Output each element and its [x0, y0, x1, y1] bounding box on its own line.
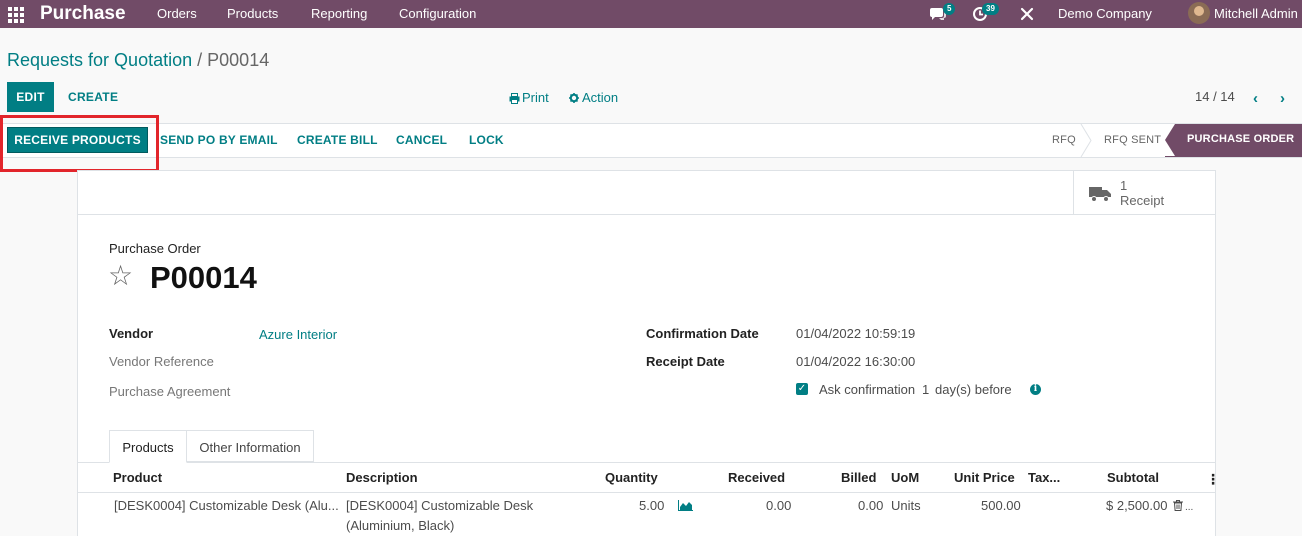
- breadcrumb-separator: /: [197, 50, 203, 70]
- column-header-uom[interactable]: UoM: [891, 470, 919, 485]
- action-dropdown[interactable]: Action: [582, 90, 618, 105]
- menu-configuration[interactable]: Configuration: [399, 6, 476, 21]
- tab-other-information[interactable]: Other Information: [187, 430, 314, 462]
- stage-purchase-order: PURCHASE ORDER: [1165, 124, 1302, 157]
- row-quantity[interactable]: 5.00: [639, 498, 664, 513]
- send-po-by-email-button[interactable]: SEND PO BY EMAIL: [160, 133, 278, 147]
- receipt-date-label: Receipt Date: [646, 354, 725, 369]
- tab-products[interactable]: Products: [109, 430, 187, 463]
- stage-rfq[interactable]: RFQ: [1052, 134, 1076, 146]
- breadcrumb-parent[interactable]: Requests for Quotation: [7, 50, 192, 70]
- activities-badge: 39: [982, 3, 999, 15]
- table-header-divider: [77, 492, 1216, 493]
- record-title: P00014: [150, 260, 257, 295]
- vendor-label: Vendor: [109, 326, 154, 341]
- messages-badge: 5: [943, 3, 956, 15]
- forecast-chart-icon[interactable]: [678, 500, 693, 511]
- pager-previous-icon[interactable]: ‹: [1253, 90, 1258, 107]
- column-header-description[interactable]: Description: [346, 470, 418, 485]
- ask-confirmation-checkbox[interactable]: ✓: [796, 383, 808, 395]
- cancel-button[interactable]: CANCEL: [396, 133, 447, 147]
- pager-value[interactable]: 14 / 14: [1195, 89, 1235, 104]
- create-bill-button[interactable]: CREATE BILL: [297, 133, 378, 147]
- optional-columns-icon[interactable]: ⋮: [1206, 471, 1220, 488]
- tabs-divider: [77, 462, 1216, 463]
- ask-confirmation-days: 1: [922, 382, 930, 397]
- apps-menu-icon[interactable]: [8, 7, 24, 23]
- stage-rfq-sent[interactable]: RFQ SENT: [1104, 134, 1161, 146]
- edit-button[interactable]: EDIT: [7, 82, 54, 112]
- star-icon[interactable]: ☆: [108, 261, 133, 291]
- gear-icon: [569, 93, 579, 103]
- row-uom[interactable]: Units: [891, 498, 921, 513]
- receipt-label: Receipt: [1120, 193, 1165, 208]
- create-button[interactable]: CREATE: [68, 90, 118, 104]
- column-header-subtotal[interactable]: Subtotal: [1107, 470, 1159, 485]
- debug-tools-icon[interactable]: [1020, 7, 1034, 21]
- row-received: 0.00: [766, 498, 792, 513]
- column-header-received[interactable]: Received: [728, 470, 785, 485]
- breadcrumb-current: P00014: [207, 50, 270, 70]
- breadcrumb: Requests for Quotation / P00014: [7, 50, 269, 71]
- row-unit-price[interactable]: 500.00: [981, 498, 1021, 513]
- button-box-divider: [77, 214, 1216, 215]
- row-description[interactable]: [DESK0004] Customizable Desk: [346, 498, 533, 513]
- receipt-date-value: 01/04/2022 16:30:00: [796, 354, 916, 369]
- pager-next-icon[interactable]: ›: [1280, 90, 1285, 107]
- user-menu[interactable]: Mitchell Admin: [1214, 6, 1298, 21]
- row-billed: 0.00: [858, 498, 884, 513]
- column-header-taxes[interactable]: Tax...: [1028, 470, 1060, 485]
- app-name[interactable]: Purchase: [40, 3, 126, 25]
- menu-products[interactable]: Products: [227, 6, 278, 21]
- column-header-product[interactable]: Product: [113, 470, 162, 485]
- top-navbar: Purchase Orders Products Reporting Confi…: [0, 0, 1302, 28]
- column-header-billed[interactable]: Billed: [841, 470, 876, 485]
- row-more-icon: ...: [1185, 502, 1194, 513]
- purchase-agreement-label: Purchase Agreement: [109, 384, 231, 399]
- row-subtotal: $ 2,500.00: [1106, 498, 1168, 513]
- column-header-quantity[interactable]: Quantity: [605, 470, 658, 485]
- vendor-value[interactable]: Azure Interior: [259, 327, 337, 342]
- highlight-box: [0, 115, 159, 172]
- column-header-unit-price[interactable]: Unit Price: [954, 470, 1015, 485]
- confirmation-date-label: Confirmation Date: [646, 326, 759, 341]
- ask-confirmation-suffix: day(s) before: [935, 382, 1012, 397]
- trash-icon[interactable]: [1173, 500, 1183, 511]
- ask-confirmation-prefix: Ask confirmation: [819, 382, 916, 397]
- row-description-line2: (Aluminium, Black): [346, 518, 455, 533]
- record-type-label: Purchase Order: [109, 241, 201, 256]
- vendor-reference-label: Vendor Reference: [109, 354, 214, 369]
- user-avatar[interactable]: [1188, 2, 1210, 24]
- menu-reporting[interactable]: Reporting: [311, 6, 367, 21]
- print-dropdown[interactable]: Print: [522, 90, 549, 105]
- menu-orders[interactable]: Orders: [157, 6, 197, 21]
- stage-separator-icon: [1080, 124, 1092, 157]
- row-product[interactable]: [DESK0004] Customizable Desk (Alu...: [114, 498, 339, 513]
- info-icon[interactable]: i: [1030, 384, 1041, 395]
- confirmation-date-value: 01/04/2022 10:59:19: [796, 326, 916, 341]
- receipt-count: 1: [1120, 178, 1128, 193]
- print-icon: [509, 93, 520, 104]
- truck-icon: [1089, 187, 1111, 202]
- lock-button[interactable]: LOCK: [469, 133, 504, 147]
- company-switcher[interactable]: Demo Company: [1058, 6, 1152, 21]
